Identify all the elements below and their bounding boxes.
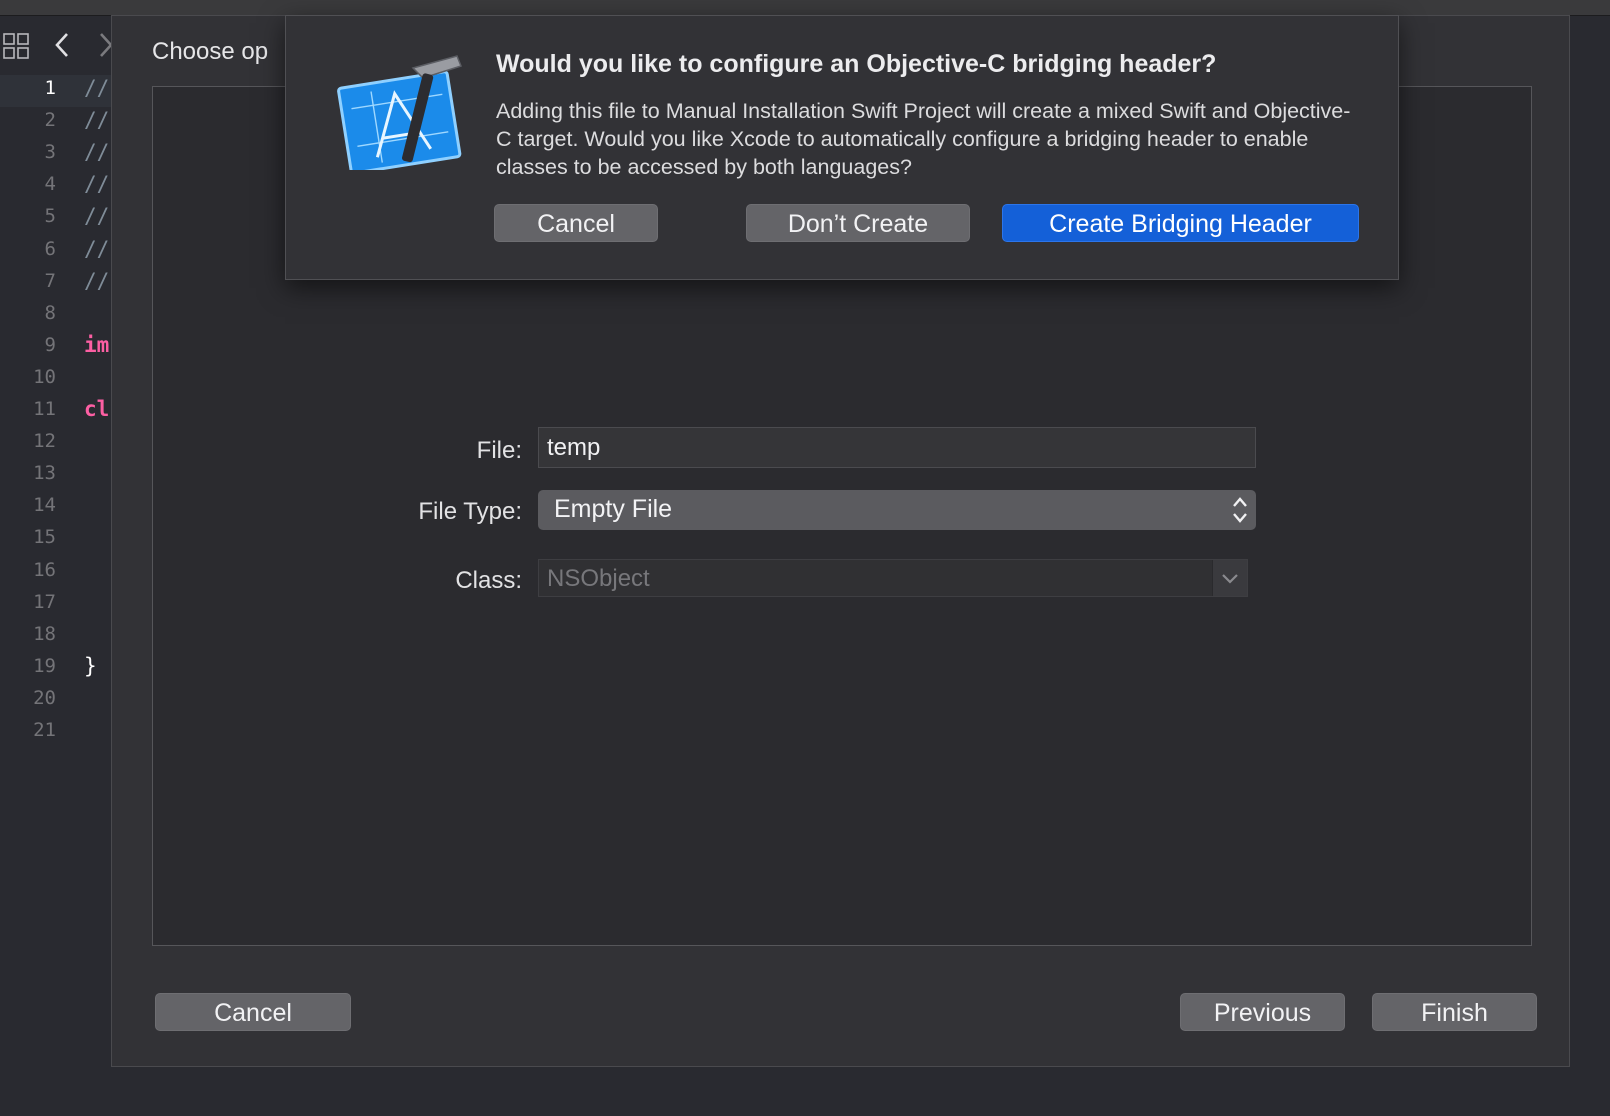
line-number: 9: [44, 333, 56, 356]
line-code: //: [84, 268, 110, 293]
finish-button[interactable]: Finish: [1372, 993, 1537, 1031]
line-number: 10: [33, 365, 56, 388]
code-line[interactable]: 16: [0, 554, 112, 586]
code-line[interactable]: 1 //: [0, 72, 112, 104]
line-code: }: [84, 653, 97, 678]
class-value: NSObject: [547, 565, 650, 592]
file-type-popup[interactable]: Empty File: [538, 490, 1256, 530]
dont-create-button[interactable]: Don’t Create: [746, 204, 970, 242]
line-number: 20: [33, 686, 56, 709]
code-line[interactable]: 21: [0, 714, 112, 746]
code-line[interactable]: 17: [0, 586, 112, 618]
line-code: //: [84, 140, 110, 165]
line-code: //: [84, 172, 110, 197]
code-line[interactable]: 5 //: [0, 200, 112, 232]
create-bridging-header-button[interactable]: Create Bridging Header: [1002, 204, 1359, 242]
line-code: im: [84, 332, 110, 357]
alert-title: Would you like to configure an Objective…: [496, 50, 1217, 78]
up-down-arrows-icon: [1230, 494, 1250, 533]
file-name-value: temp: [547, 434, 601, 461]
line-number: 3: [44, 141, 56, 164]
file-label: File:: [476, 437, 522, 464]
code-line[interactable]: 20: [0, 682, 112, 714]
sheet-cancel-button[interactable]: Cancel: [155, 993, 351, 1031]
file-name-field[interactable]: temp: [538, 427, 1256, 468]
alert-message: Adding this file to Manual Installation …: [496, 99, 1351, 179]
line-number: 16: [33, 558, 56, 581]
alert-cancel-button[interactable]: Cancel: [494, 204, 658, 242]
xcode-app-icon: [335, 50, 465, 175]
code-line[interactable]: 6 //: [0, 233, 112, 265]
line-number: 12: [33, 430, 56, 453]
line-number: 19: [33, 654, 56, 677]
line-number: 2: [44, 109, 56, 132]
file-type-label: File Type:: [418, 498, 522, 525]
code-line[interactable]: 18: [0, 618, 112, 650]
chevron-down-icon: [1212, 560, 1247, 596]
code-line[interactable]: 7 //: [0, 265, 112, 297]
line-number: 14: [33, 494, 56, 517]
code-line[interactable]: 3 //: [0, 136, 112, 168]
chevron-left-icon[interactable]: [52, 30, 72, 64]
line-number: 11: [33, 398, 56, 420]
line-number: 4: [44, 173, 56, 196]
previous-button[interactable]: Previous: [1180, 993, 1345, 1031]
class-combo-box: NSObject: [538, 559, 1248, 597]
line-number: 8: [44, 301, 56, 324]
code-line[interactable]: 14: [0, 489, 112, 521]
line-number: 13: [33, 462, 56, 485]
line-number: 5: [44, 205, 56, 228]
code-line[interactable]: 10: [0, 361, 112, 393]
line-number: 17: [33, 590, 56, 613]
line-number: 1: [44, 77, 56, 99]
code-line[interactable]: 19}: [0, 650, 112, 682]
line-number: 7: [44, 269, 56, 292]
line-number: 18: [33, 622, 56, 645]
line-number: 15: [33, 526, 56, 549]
line-code: //: [84, 76, 110, 100]
line-number: 21: [33, 719, 56, 741]
line-code: //: [84, 236, 110, 261]
line-code: cl: [84, 397, 110, 421]
file-type-value: Empty File: [554, 495, 673, 523]
line-code: //: [84, 204, 110, 229]
window-title-bar: [0, 0, 1610, 16]
jump-bar: [0, 26, 113, 64]
code-line[interactable]: 12: [0, 425, 112, 457]
code-line[interactable]: 2 //: [0, 104, 112, 136]
code-line[interactable]: 4 //: [0, 168, 112, 200]
line-code: //: [84, 108, 110, 133]
code-line[interactable]: 11 cl: [0, 393, 112, 425]
class-label: Class:: [455, 567, 522, 594]
code-line[interactable]: 9 im: [0, 329, 112, 361]
code-line[interactable]: 15: [0, 521, 112, 553]
sheet-title: Choose op: [152, 38, 269, 65]
code-line[interactable]: 8: [0, 297, 112, 329]
code-line[interactable]: 13: [0, 457, 112, 489]
line-number: 6: [44, 237, 56, 260]
grid-icon[interactable]: [2, 32, 30, 64]
